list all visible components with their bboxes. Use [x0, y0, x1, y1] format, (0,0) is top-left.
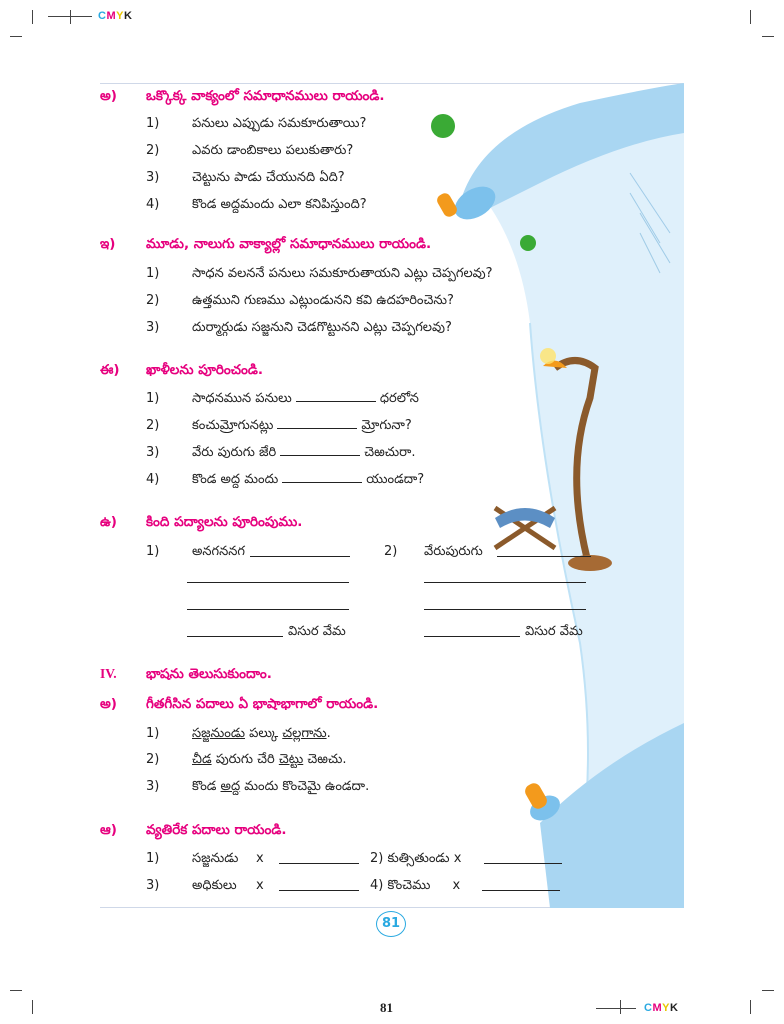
poem-1-end: విసుర వేమ: [288, 624, 346, 639]
blank-line: [424, 582, 586, 583]
crop-mark: [596, 1008, 636, 1009]
cmyk-mark-bottom: CMYK: [644, 1002, 679, 1014]
blank-line: [482, 890, 560, 891]
crop-mark: [750, 10, 751, 24]
antonym-item: 4) కొంచెము x: [370, 878, 461, 893]
crop-mark: [10, 36, 22, 37]
blank-line: [250, 556, 350, 557]
crop-mark: [32, 1000, 33, 1014]
antonym-item: 2) కుత్సితుండు x: [370, 851, 462, 866]
blank-line: [279, 890, 359, 891]
crop-mark: [620, 1000, 621, 1014]
poem-2-end: విసుర వేమ: [525, 624, 583, 639]
blank-line: [187, 636, 283, 637]
blank-line: [484, 863, 562, 864]
blank-line: [424, 636, 520, 637]
blank-line: [424, 609, 586, 610]
page-number-badge: 81: [376, 911, 406, 937]
crop-mark: [762, 990, 774, 991]
crop-mark: [10, 990, 22, 991]
blank-line: [497, 556, 591, 557]
blank-line: [279, 863, 359, 864]
page-number-footer: 81: [380, 1000, 393, 1015]
crop-mark: [750, 1000, 751, 1014]
scroll-illustration: [431, 83, 684, 908]
blank-line: [187, 582, 349, 583]
crop-mark: [762, 36, 774, 37]
blank-line: [187, 609, 349, 610]
cmyk-mark-top: CMYK: [98, 10, 133, 22]
crop-mark: [32, 10, 33, 24]
crop-mark: [70, 10, 71, 24]
